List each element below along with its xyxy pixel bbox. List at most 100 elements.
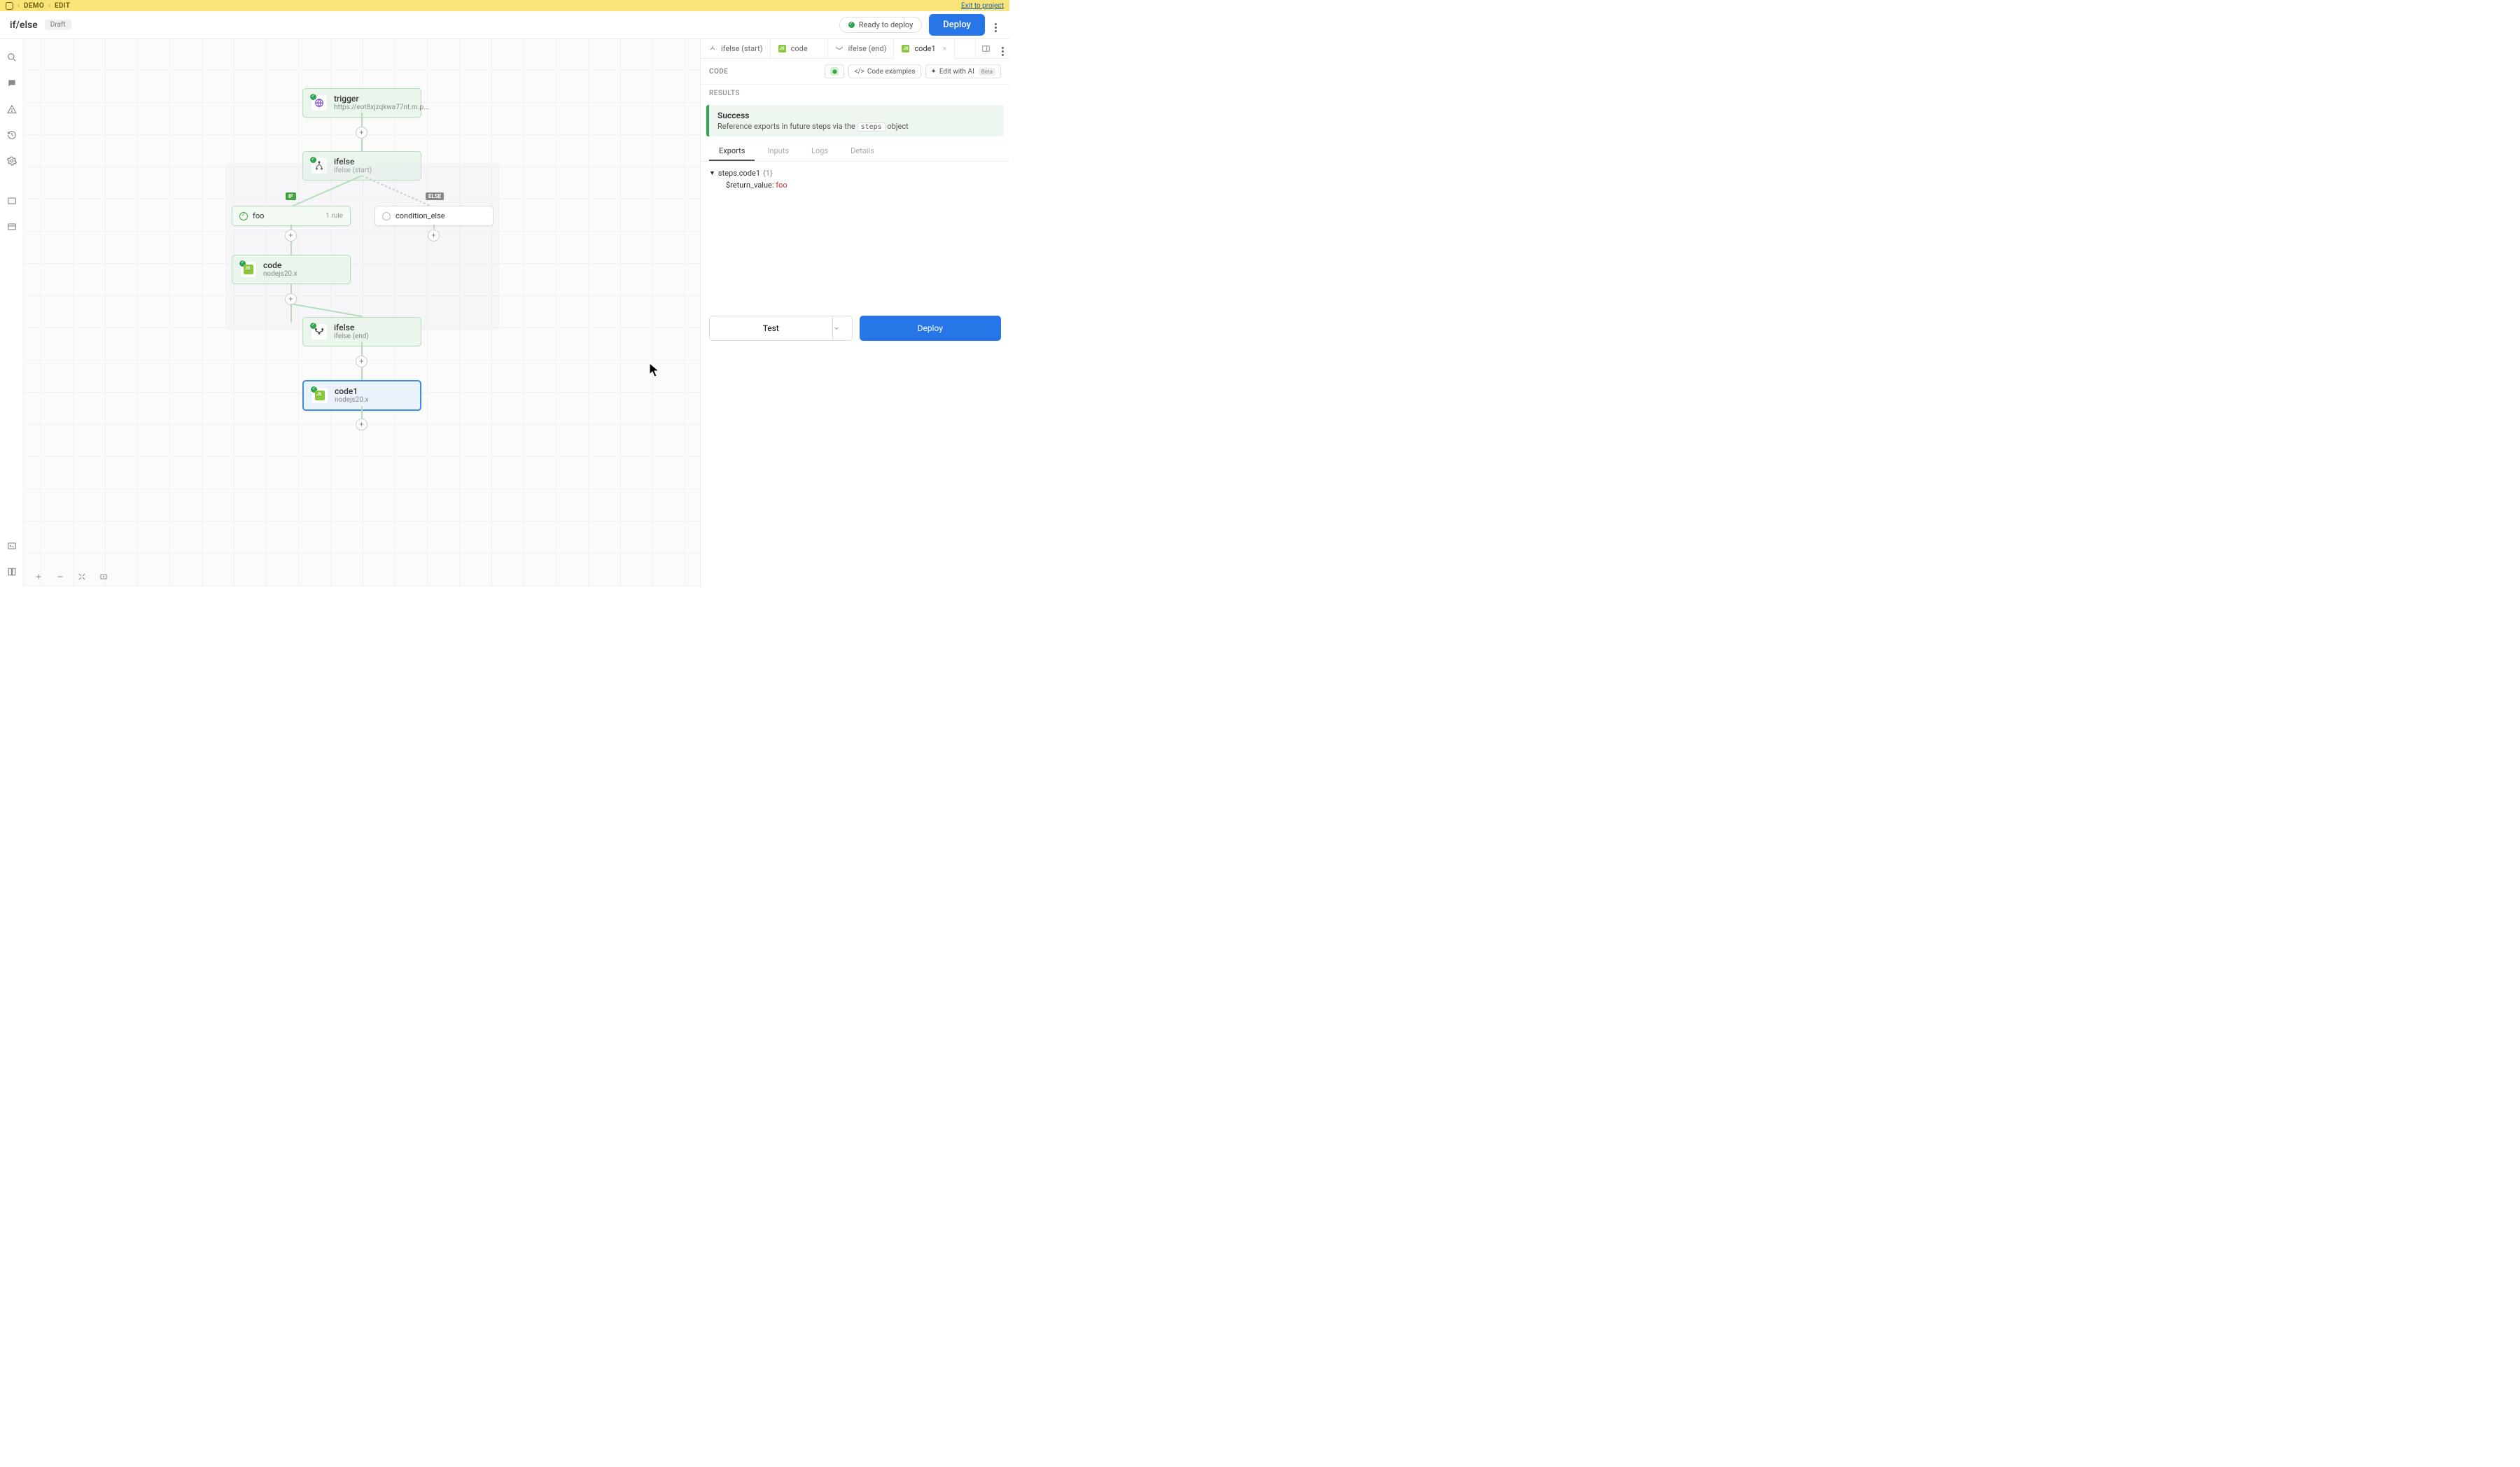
zoom-in-icon[interactable]	[34, 572, 43, 581]
exports-tree: ▼ steps.code1 {1} $return_value: foo	[701, 162, 1009, 197]
ai-icon: ⬢	[830, 67, 839, 76]
node-subtitle: https://eot8xjzqkwa77nt.m.p...	[334, 104, 429, 112]
workflow-canvas[interactable]: trigger https://eot8xjzqkwa77nt.m.p... +…	[24, 39, 700, 587]
sparkle-icon: ✦	[931, 68, 937, 76]
settings-icon[interactable]	[6, 155, 17, 166]
ai-suggest-button[interactable]: ⬢	[825, 64, 844, 78]
code-icon: </>	[854, 68, 864, 76]
tab-inputs[interactable]: Inputs	[757, 142, 799, 161]
edit-with-ai-button[interactable]: ✦ Edit with AI Beta	[925, 64, 1001, 78]
tree-row[interactable]: $return_value: foo	[709, 181, 1001, 190]
tree-value: foo	[776, 181, 787, 190]
deploy-button[interactable]: Deploy	[860, 316, 1002, 341]
node-subtitle: nodejs20.x	[263, 270, 298, 279]
tab-logs[interactable]: Logs	[802, 142, 838, 161]
tab-more-button[interactable]	[996, 39, 1009, 59]
logo-icon[interactable]	[6, 2, 13, 10]
node-title: code1	[335, 386, 369, 396]
success-description: Reference exports in future steps via th…	[718, 122, 995, 131]
more-menu-button[interactable]	[992, 15, 1000, 35]
center-icon[interactable]	[99, 572, 108, 581]
rule-count: 1 rule	[312, 212, 343, 220]
branch-icon	[708, 44, 717, 53]
step-tabs: ifelse (start) code ifelse (end) code1 ×	[701, 39, 1009, 59]
success-message: Success Reference exports in future step…	[706, 105, 1004, 136]
check-circle-icon	[239, 212, 248, 220]
tree-key: $return_value:	[726, 181, 774, 190]
node-title: code	[263, 260, 298, 270]
ready-to-deploy-badge: Ready to deploy	[839, 17, 923, 33]
terminal-icon[interactable]	[6, 540, 17, 551]
draft-badge: Draft	[45, 20, 71, 30]
panel-icon[interactable]	[6, 195, 17, 206]
tab-ifelse-end[interactable]: ifelse (end)	[828, 39, 895, 58]
close-icon[interactable]: ×	[943, 44, 947, 53]
tab-label: ifelse (start)	[721, 44, 763, 53]
breadcrumb-bar: › DEMO › EDIT Exit to project	[0, 0, 1009, 11]
tab-details[interactable]: Details	[841, 142, 884, 161]
result-tabs: Exports Inputs Logs Details	[701, 142, 1009, 162]
condition-label: condition_else	[396, 211, 445, 220]
merge-icon	[835, 44, 844, 53]
node-title: trigger	[334, 94, 429, 104]
workflow-header: if/else Draft Ready to deploy Deploy	[0, 11, 1009, 39]
condition-else[interactable]: condition_else	[374, 206, 493, 226]
add-step-button[interactable]: +	[356, 127, 368, 139]
search-icon[interactable]	[6, 52, 17, 62]
chevron-down-icon	[833, 325, 840, 332]
section-label: CODE	[709, 68, 728, 76]
code-examples-button[interactable]: </> Code examples	[848, 64, 920, 78]
tab-code1[interactable]: code1 ×	[894, 39, 954, 58]
nodejs-icon	[241, 262, 256, 277]
exit-to-project-link[interactable]: Exit to project	[961, 2, 1004, 10]
add-step-button[interactable]: +	[356, 419, 368, 430]
tab-code[interactable]: code	[771, 39, 828, 58]
fit-icon[interactable]	[77, 572, 86, 581]
chip-label: Code examples	[867, 68, 916, 76]
check-circle-icon	[848, 22, 855, 28]
add-step-button[interactable]: +	[356, 356, 368, 367]
more-vertical-icon	[995, 23, 997, 32]
zoom-out-icon[interactable]	[55, 572, 64, 581]
warning-icon[interactable]	[6, 104, 17, 114]
condition-label: foo	[253, 211, 264, 220]
tab-ifelse-start[interactable]: ifelse (start)	[701, 39, 771, 58]
layout-icon[interactable]	[6, 221, 17, 232]
nodejs-icon	[778, 44, 787, 53]
nodejs-icon	[901, 44, 910, 53]
if-tag: IF	[286, 192, 296, 200]
chip-label: Edit with AI	[939, 68, 974, 76]
beta-badge: Beta	[979, 68, 995, 76]
left-icon-rail	[0, 39, 24, 587]
comment-icon[interactable]	[6, 78, 17, 88]
right-panel: ifelse (start) code ifelse (end) code1 ×	[700, 39, 1009, 587]
test-button[interactable]: Test	[710, 316, 832, 340]
deploy-button[interactable]: Deploy	[929, 14, 985, 36]
layout-toggle-button[interactable]	[976, 39, 996, 59]
test-dropdown-button[interactable]	[832, 316, 852, 340]
tab-label: ifelse (end)	[848, 44, 887, 53]
results-section-header: RESULTS	[701, 85, 1009, 102]
tab-label: code	[791, 44, 808, 53]
breadcrumbs: › DEMO › EDIT	[6, 2, 70, 10]
action-row: Test Deploy	[701, 309, 1009, 348]
http-icon	[312, 95, 327, 111]
history-icon[interactable]	[6, 129, 17, 140]
condition-foo[interactable]: foo 1 rule	[232, 206, 351, 226]
connector	[290, 304, 374, 318]
tab-exports[interactable]: Exports	[709, 142, 755, 161]
caret-down-icon: ▼	[709, 169, 715, 177]
tree-row[interactable]: ▼ steps.code1 {1}	[709, 169, 1001, 178]
workflow-title[interactable]: if/else	[10, 20, 38, 31]
node-title: ifelse	[334, 323, 369, 332]
merge-icon	[312, 324, 327, 339]
add-step-button[interactable]: +	[285, 230, 297, 241]
node-code[interactable]: code nodejs20.x	[232, 255, 351, 284]
breadcrumb-demo[interactable]: DEMO	[24, 2, 44, 10]
cursor-icon	[649, 363, 660, 378]
add-step-button[interactable]: +	[428, 230, 440, 241]
circle-icon	[382, 212, 391, 220]
breadcrumb-edit[interactable]: EDIT	[55, 2, 70, 10]
tree-count: {1}	[763, 169, 773, 178]
docs-icon[interactable]	[6, 566, 17, 577]
